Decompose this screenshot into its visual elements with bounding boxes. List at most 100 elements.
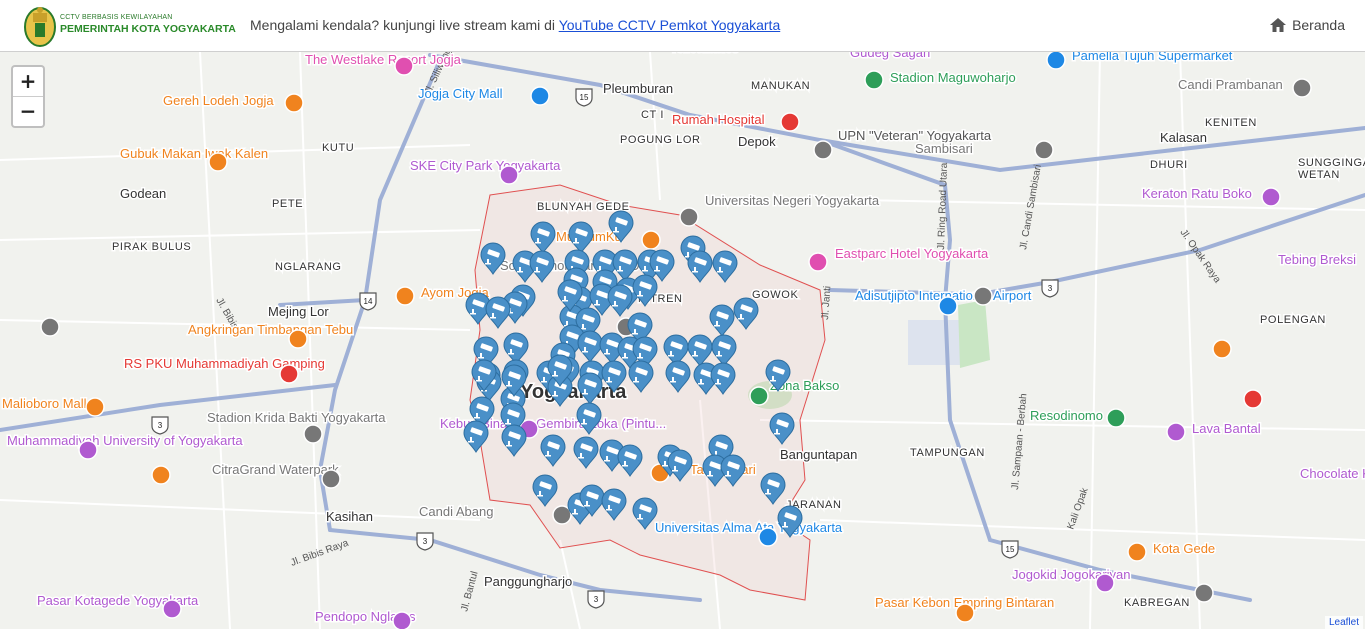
poi-marker[interactable]: Tebing Breksi xyxy=(1277,251,1358,269)
poi-icon[interactable] xyxy=(499,165,519,185)
poi-marker[interactable]: Telletubbies xyxy=(669,52,741,57)
poi-label: Candi Prambanan xyxy=(1178,77,1283,92)
poi-icon[interactable] xyxy=(758,527,778,547)
map-canvas[interactable]: Pleumburan MANUKAN Depok CT I POGUNG LOR KUTU… xyxy=(0,52,1365,629)
poi-label: Telletubbies xyxy=(670,52,739,55)
poi-marker[interactable]: Lava Bantal xyxy=(1191,420,1263,438)
poi-icon[interactable] xyxy=(641,230,661,250)
home-icon xyxy=(1270,18,1287,32)
poi-marker[interactable]: Angkringan Timbangan Tebu xyxy=(187,321,355,339)
poi-label: Lava Bantal xyxy=(1192,421,1261,436)
poi-icon[interactable] xyxy=(40,317,60,337)
poi-icon[interactable] xyxy=(679,207,699,227)
map-container[interactable]: Pleumburan MANUKAN Depok CT I POGUNG LOR KUTU… xyxy=(0,52,1365,629)
home-link[interactable]: Beranda xyxy=(1270,17,1345,33)
poi-marker[interactable]: Malioboro Mall xyxy=(1,395,89,413)
poi-icon[interactable] xyxy=(303,424,323,444)
poi-marker[interactable]: Jogja City Mall xyxy=(417,85,505,103)
poi-icon[interactable] xyxy=(85,397,105,417)
poi-icon[interactable] xyxy=(208,152,228,172)
poi-marker[interactable]: Gudeg Sagan xyxy=(849,52,932,62)
poi-icon[interactable] xyxy=(151,465,171,485)
svg-text:15: 15 xyxy=(1006,545,1015,554)
poi-marker[interactable]: Universitas Negeri Yogyakarta xyxy=(704,192,882,210)
poi-marker[interactable]: Rumah Hospital xyxy=(671,111,767,129)
district-label: SUNGGINGAN xyxy=(1298,157,1365,169)
poi-label: Keraton Ratu Boko xyxy=(1142,186,1252,201)
poi-label: Tebing Breksi xyxy=(1278,252,1356,267)
poi-icon[interactable] xyxy=(1261,187,1281,207)
poi-icon[interactable] xyxy=(808,252,828,272)
poi-icon[interactable] xyxy=(1243,389,1263,409)
poi-label: SKE City Park Yogyakarta xyxy=(410,158,561,173)
district-label: KUTU xyxy=(322,142,354,154)
poi-marker[interactable]: Kota Gede xyxy=(1152,540,1217,558)
poi-icon[interactable] xyxy=(392,611,412,629)
poi-label: Stadion Maguwoharjo xyxy=(890,70,1016,85)
livestream-notice: Mengalami kendala? kunjungi live stream … xyxy=(250,17,780,33)
youtube-link[interactable]: YouTube CCTV Pemkot Yogyakarta xyxy=(559,17,781,33)
leaflet-link[interactable]: Leaflet xyxy=(1329,617,1359,628)
poi-marker[interactable]: Keraton Ratu Boko xyxy=(1141,185,1254,203)
poi-icon[interactable] xyxy=(284,93,304,113)
district-label: TAMPUNGAN xyxy=(910,447,985,459)
poi-label: Gudeg Sagan xyxy=(850,52,930,60)
poi-icon[interactable] xyxy=(530,86,550,106)
poi-icon[interactable] xyxy=(394,56,414,76)
poi-marker[interactable]: Candi Prambanan xyxy=(1177,76,1285,94)
brand-title: PEMERINTAH KOTA YOGYAKARTA xyxy=(60,23,236,35)
district-label: POGUNG LOR xyxy=(620,134,701,146)
poi-icon[interactable] xyxy=(1212,339,1232,359)
poi-icon[interactable] xyxy=(1106,408,1126,428)
svg-text:15: 15 xyxy=(580,93,589,102)
poi-label: CitraGrand Waterpark xyxy=(212,462,339,477)
poi-label: Universitas Negeri Yogyakarta xyxy=(705,193,880,208)
zoom-control: + − xyxy=(11,65,45,128)
poi-marker[interactable]: Eastparc Hotel Yogyakarta xyxy=(834,245,991,263)
poi-marker[interactable]: Resodinomo xyxy=(1029,407,1105,425)
poi-marker[interactable]: Pamella Tujuh Supermarket xyxy=(1071,52,1235,65)
poi-icon[interactable] xyxy=(938,296,958,316)
poi-marker[interactable]: Muhammadiyah University of Yogyakarta xyxy=(6,432,245,450)
poi-icon[interactable] xyxy=(864,70,884,90)
poi-icon[interactable] xyxy=(955,603,975,623)
poi-icon[interactable] xyxy=(1194,583,1214,603)
poi-icon[interactable] xyxy=(321,469,341,489)
poi-icon[interactable] xyxy=(1127,542,1147,562)
poi-icon[interactable] xyxy=(1034,140,1054,160)
poi-icon[interactable] xyxy=(780,112,800,132)
poi-icon[interactable] xyxy=(813,140,833,160)
poi-icon[interactable] xyxy=(552,505,572,525)
zoom-out-button[interactable]: − xyxy=(13,97,43,126)
poi-icon[interactable] xyxy=(749,386,769,406)
poi-marker[interactable]: CitraGrand Waterpark xyxy=(211,461,341,479)
poi-marker[interactable]: SKE City Park Yogyakarta xyxy=(409,157,563,175)
poi-marker[interactable]: Stadion Maguwoharjo xyxy=(889,69,1018,87)
poi-marker[interactable]: Sambisari xyxy=(914,140,975,158)
poi-marker[interactable]: Chocolate Kingdom By Monggo xyxy=(1299,465,1365,483)
poi-icon[interactable] xyxy=(1292,78,1312,98)
poi-icon[interactable] xyxy=(78,440,98,460)
district-label: GOWOK xyxy=(752,289,798,301)
poi-icon[interactable] xyxy=(288,329,308,349)
poi-marker[interactable]: The Westlake Resort Jogja xyxy=(304,52,464,69)
district-label: KABREGAN xyxy=(1124,597,1190,609)
poi-icon[interactable] xyxy=(279,364,299,384)
poi-icon[interactable] xyxy=(1095,573,1115,593)
route-shield-icon: 3 xyxy=(587,590,605,609)
poi-icon[interactable] xyxy=(395,286,415,306)
route-shield-icon: 3 xyxy=(416,532,434,551)
poi-icon[interactable] xyxy=(162,599,182,619)
poi-marker[interactable]: Gereh Lodeh Jogja xyxy=(162,92,276,110)
poi-label: Stadion Krida Bakti Yogyakarta xyxy=(207,410,386,425)
poi-marker[interactable]: Universitas Alma Ata Yogyakarta xyxy=(654,519,845,537)
poi-marker[interactable]: Stadion Krida Bakti Yogyakarta xyxy=(206,409,388,427)
district-label: Pleumburan xyxy=(603,81,673,96)
poi-marker[interactable]: Gubuk Makan Iwak Kalen xyxy=(119,145,270,163)
district-label: MANUKAN xyxy=(751,80,810,92)
poi-icon[interactable] xyxy=(1166,422,1186,442)
poi-icon[interactable] xyxy=(1046,52,1066,70)
poi-marker[interactable]: Candi Abang xyxy=(418,503,495,521)
poi-icon[interactable] xyxy=(973,286,993,306)
zoom-in-button[interactable]: + xyxy=(13,67,43,97)
